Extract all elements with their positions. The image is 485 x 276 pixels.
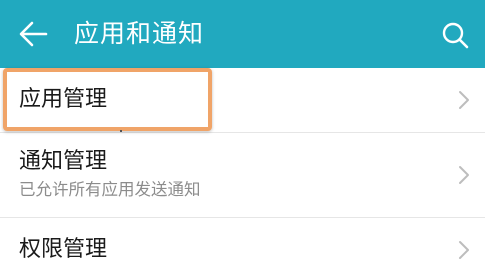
list-item-notification-management[interactable]: 通知管理 已允许所有应用发送通知 xyxy=(0,133,485,217)
chevron-right-icon xyxy=(458,165,470,185)
app-bar: 应用和通知 xyxy=(0,0,485,68)
arrow-left-icon xyxy=(19,21,48,47)
stray-dot xyxy=(120,130,122,132)
search-icon xyxy=(442,22,469,49)
list-item-label: 权限管理 xyxy=(19,237,108,262)
back-button[interactable] xyxy=(12,18,50,50)
list-item-subtitle: 已允许所有应用发送通知 xyxy=(19,180,201,199)
page-title: 应用和通知 xyxy=(74,19,205,48)
list-item-label: 通知管理 xyxy=(19,149,108,174)
chevron-right-icon xyxy=(458,240,470,260)
chevron-right-icon xyxy=(458,90,470,110)
list-item-app-management[interactable]: 应用管理 xyxy=(0,68,485,132)
list-item-permission-management[interactable]: 权限管理 xyxy=(0,218,485,276)
search-button[interactable] xyxy=(440,20,472,52)
list-item-label: 应用管理 xyxy=(19,87,108,112)
